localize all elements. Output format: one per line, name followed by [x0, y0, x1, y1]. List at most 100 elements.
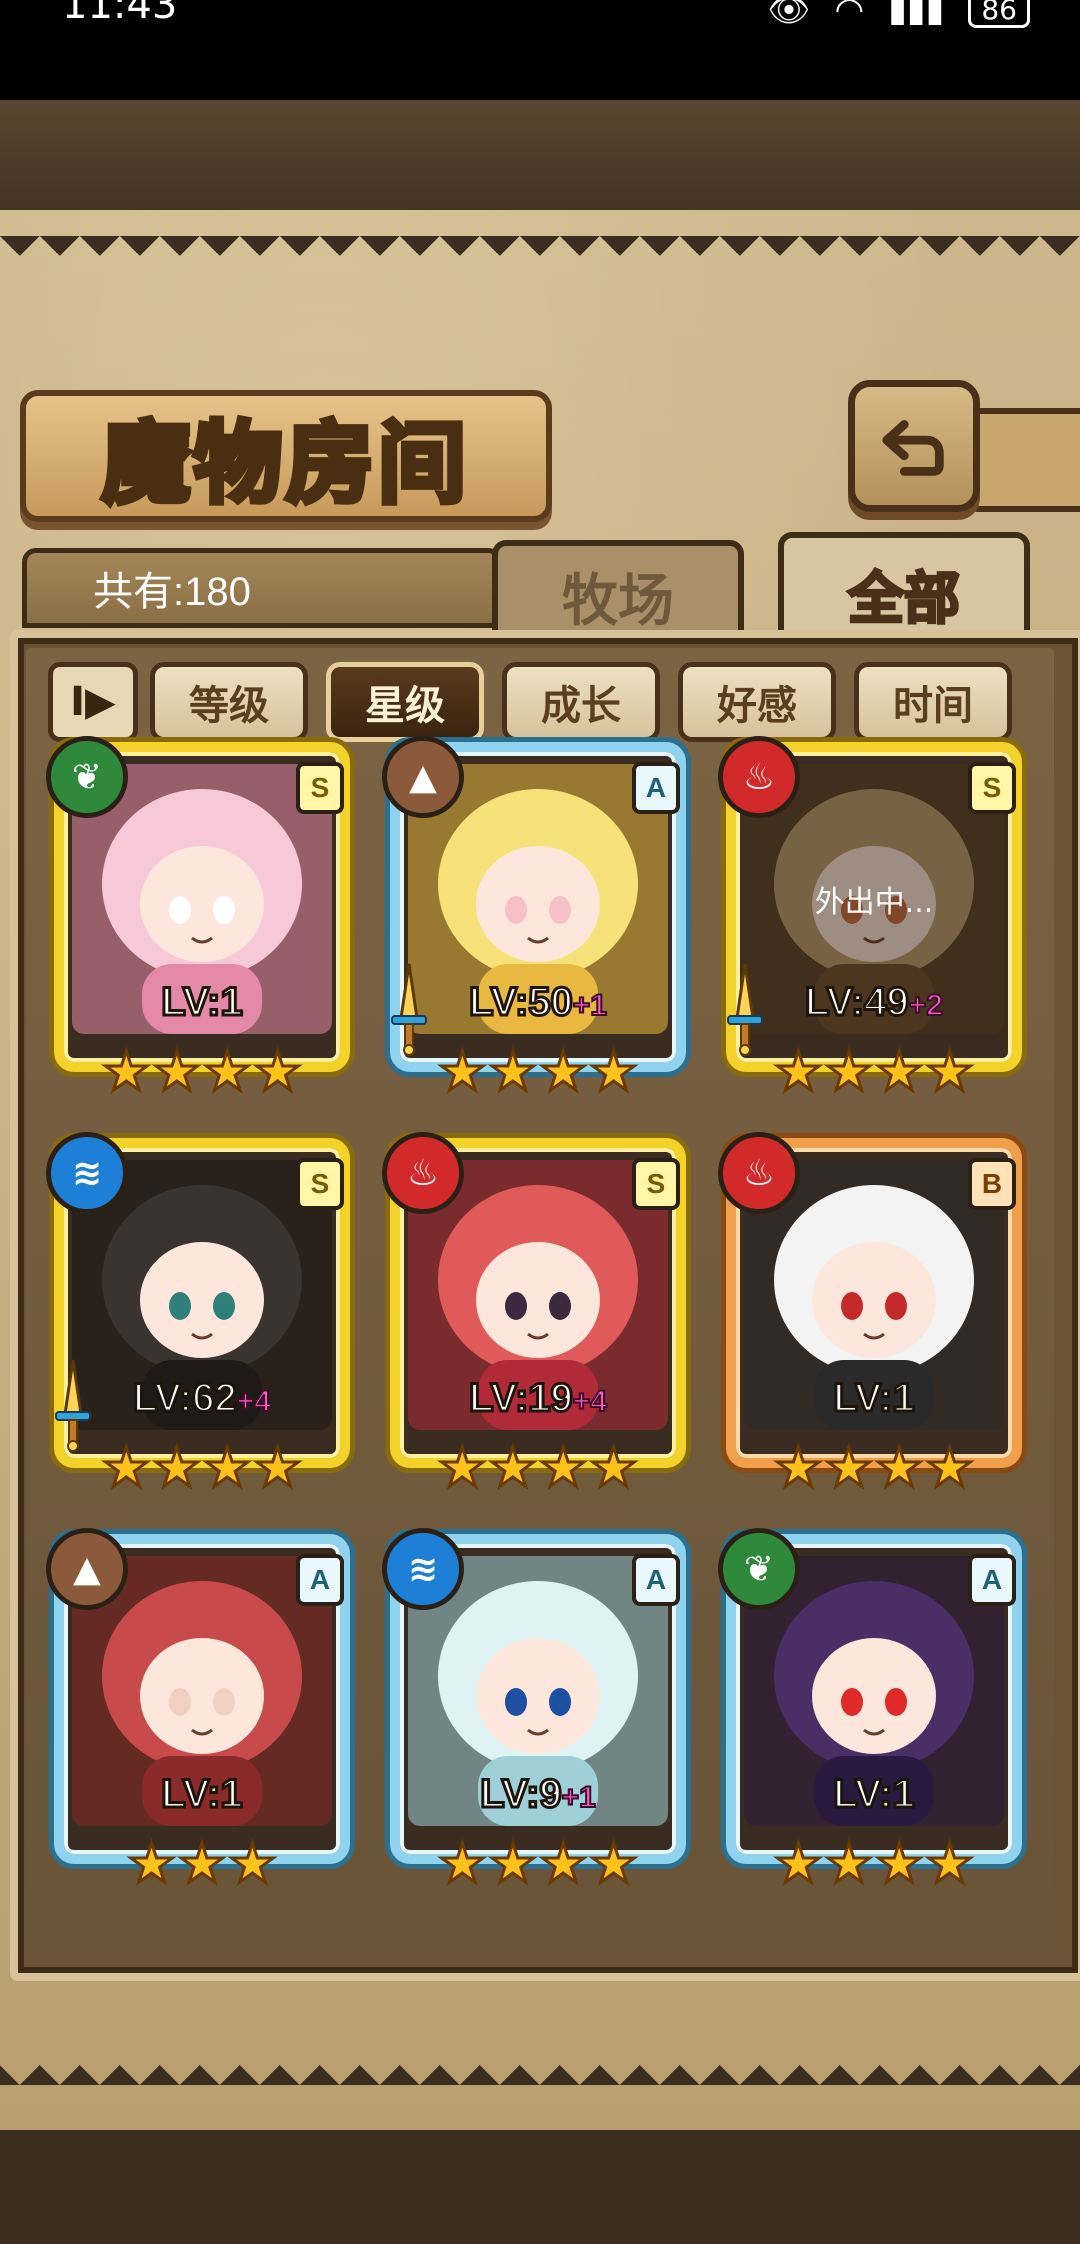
star-rating: ★ ★ ★ ★ [414, 1435, 662, 1501]
monster-level: LV:1 [718, 1771, 1030, 1818]
status-time: 11:43 [62, 0, 178, 28]
level-plus: +4 [236, 1384, 272, 1419]
monster-level: LV:62+4 [46, 1375, 358, 1422]
water-element-icon: ≋ [46, 1132, 128, 1214]
level-plus: +1 [572, 988, 608, 1023]
star-icon: ★ [823, 1831, 874, 1897]
monster-card[interactable]: ▲ A LV:1 ★ ★ ★ [46, 1528, 358, 1898]
star-rating: ★ ★ ★ ★ [750, 1831, 998, 1897]
monster-card[interactable]: ♨ S LV:19+4 ★ ★ ★ ★ [382, 1132, 694, 1502]
star-icon: ★ [924, 1831, 975, 1897]
star-rating: ★ ★ ★ ★ [414, 1831, 662, 1897]
sort-time-button[interactable]: 时间 [854, 662, 1012, 742]
grass-element-icon: ❦ [718, 1528, 800, 1610]
star-icon: ★ [873, 1435, 924, 1501]
star-icon: ★ [201, 1435, 252, 1501]
rank-badge: S [632, 1158, 680, 1210]
monster-count-bar: 共有:180 [22, 548, 502, 628]
star-icon: ★ [487, 1039, 538, 1105]
level-value: LV:50 [468, 979, 575, 1026]
monster-card[interactable]: 外出中... ♨ S LV:49+2 ★ ★ ★ ★ [718, 736, 1030, 1106]
status-bar: 11:43 👁 ◠ ▮▮▮ 86 [0, 0, 1080, 100]
star-rating: ★ ★ ★ ★ [414, 1039, 662, 1105]
star-rating: ★ ★ ★ ★ [78, 1435, 326, 1501]
star-icon: ★ [873, 1039, 924, 1105]
level-value: LV:1 [160, 979, 244, 1026]
monster-card[interactable]: ≋ S LV:62+4 ★ ★ ★ ★ [46, 1132, 358, 1502]
water-element-icon: ≋ [382, 1528, 464, 1610]
star-icon: ★ [773, 1831, 824, 1897]
star-icon: ★ [101, 1039, 152, 1105]
monster-level: LV:50+1 [382, 979, 694, 1026]
level-plus: +1 [561, 1780, 597, 1815]
star-icon: ★ [823, 1435, 874, 1501]
rank-badge: S [296, 762, 344, 814]
monster-level: LV:1 [46, 979, 358, 1026]
star-icon: ★ [437, 1435, 488, 1501]
sort-affection-button[interactable]: 好感 [678, 662, 836, 742]
rank-badge: A [968, 1554, 1016, 1606]
monster-level: LV:19+4 [382, 1375, 694, 1422]
star-icon: ★ [201, 1039, 252, 1105]
level-plus: +4 [572, 1384, 608, 1419]
star-icon: ★ [924, 1039, 975, 1105]
star-icon: ★ [588, 1831, 639, 1897]
monster-card[interactable]: ❦ A LV:1 ★ ★ ★ ★ [718, 1528, 1030, 1898]
monster-card[interactable]: ≋ A LV:9+1 ★ ★ ★ ★ [382, 1528, 694, 1898]
star-rating: ★ ★ ★ ★ [78, 1039, 326, 1105]
star-icon: ★ [537, 1435, 588, 1501]
sort-growth-button[interactable]: 成长 [502, 662, 660, 742]
monster-level: LV:1 [718, 1375, 1030, 1422]
star-icon: ★ [151, 1039, 202, 1105]
star-icon: ★ [151, 1435, 202, 1501]
back-button[interactable] [848, 380, 980, 512]
star-icon: ★ [537, 1831, 588, 1897]
star-icon: ★ [437, 1831, 488, 1897]
rank-badge: S [968, 762, 1016, 814]
sort-order-toggle[interactable]: I▶ [48, 662, 138, 742]
earth-element-icon: ▲ [382, 736, 464, 818]
status-icons: 👁 ◠ ▮▮▮ 86 [767, 0, 1030, 30]
star-rating: ★ ★ ★ [78, 1831, 326, 1897]
fire-element-icon: ♨ [718, 1132, 800, 1214]
rank-badge: A [632, 1554, 680, 1606]
earth-element-icon: ▲ [46, 1528, 128, 1610]
star-icon: ★ [101, 1435, 152, 1501]
signal-icon: ▮▮▮ [888, 0, 945, 30]
monster-card[interactable]: ♨ B LV:1 ★ ★ ★ ★ [718, 1132, 1030, 1502]
eye-icon: 👁 [767, 0, 811, 30]
fire-element-icon: ♨ [382, 1132, 464, 1214]
level-value: LV:62 [132, 1375, 239, 1422]
star-icon: ★ [773, 1435, 824, 1501]
star-icon: ★ [537, 1039, 588, 1105]
title-banner: 魔物房间 [20, 390, 552, 522]
star-icon: ★ [126, 1831, 177, 1897]
monster-level: LV:49+2 [718, 979, 1030, 1026]
monster-card[interactable]: ❦ S LV:1 ★ ★ ★ ★ [46, 736, 358, 1106]
star-icon: ★ [487, 1831, 538, 1897]
back-rail [966, 408, 1080, 512]
back-arrow-icon [882, 420, 944, 476]
monster-level: LV:9+1 [382, 1771, 694, 1818]
page-title: 魔物房间 [99, 408, 470, 518]
star-icon: ★ [227, 1831, 278, 1897]
star-icon: ★ [176, 1831, 227, 1897]
sort-star-button[interactable]: 星级 [326, 662, 484, 742]
zigzag-edge-top [0, 236, 1080, 276]
rank-badge: A [632, 762, 680, 814]
monster-card[interactable]: ▲ A LV:50+1 ★ ★ ★ ★ [382, 736, 694, 1106]
star-icon: ★ [773, 1039, 824, 1105]
star-icon: ★ [823, 1039, 874, 1105]
level-plus: +2 [908, 988, 944, 1023]
rank-badge: A [296, 1554, 344, 1606]
level-value: LV:19 [468, 1375, 575, 1422]
star-icon: ★ [588, 1039, 639, 1105]
level-value: LV:1 [160, 1771, 244, 1818]
star-icon: ★ [252, 1435, 303, 1501]
star-icon: ★ [487, 1435, 538, 1501]
grass-element-icon: ❦ [46, 736, 128, 818]
level-value: LV:9 [479, 1771, 563, 1818]
sort-level-button[interactable]: 等级 [150, 662, 308, 742]
fire-element-icon: ♨ [718, 736, 800, 818]
star-icon: ★ [924, 1435, 975, 1501]
